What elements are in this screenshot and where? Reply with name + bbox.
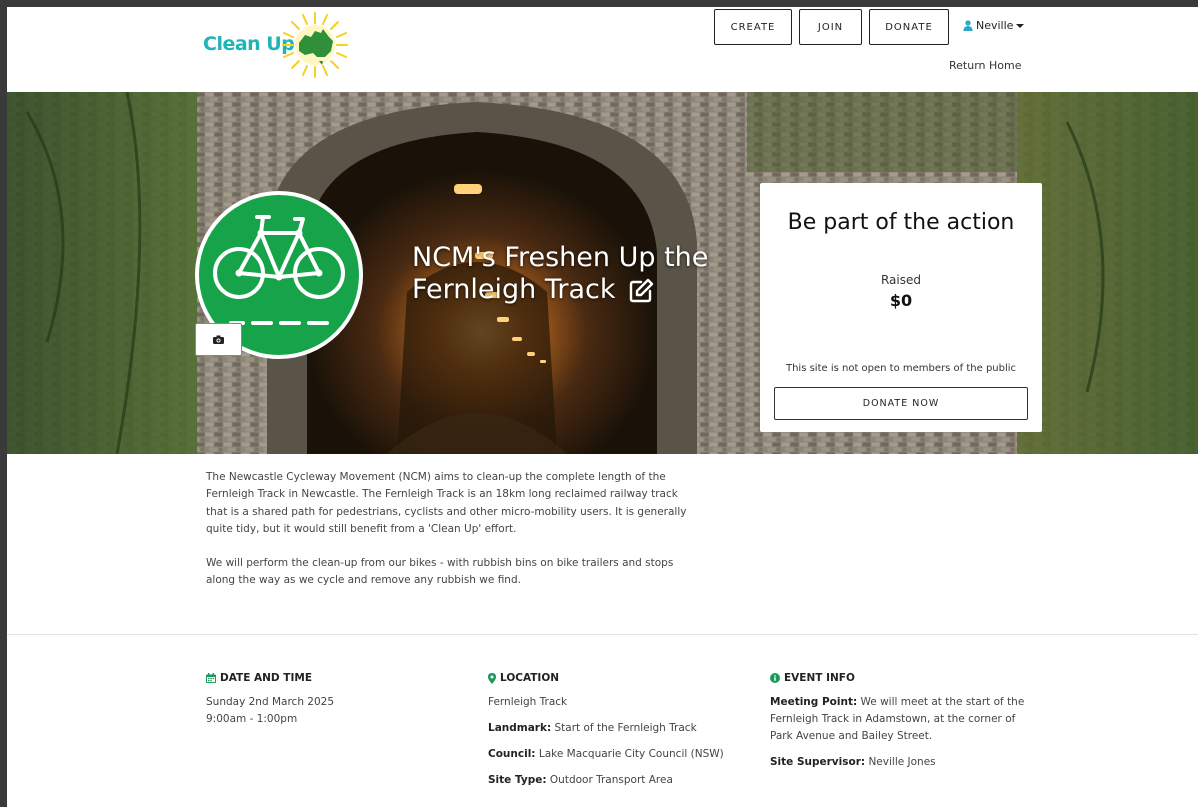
caret-down-icon — [1016, 23, 1025, 28]
council-row: Council: Lake Macquarie City Council (NS… — [488, 746, 748, 763]
event-description: The Newcastle Cycleway Movement (NCM) ai… — [206, 469, 696, 590]
info-icon — [770, 673, 780, 683]
date-time-section: DATE AND TIME Sunday 2nd March 2025 9:00… — [206, 672, 466, 728]
meeting-point-row: Meeting Point: We will meet at the start… — [770, 694, 1032, 745]
australia-sun-icon — [282, 12, 348, 78]
user-icon — [963, 20, 973, 31]
raised-value: $0 — [889, 291, 913, 310]
raised-label: Raised — [880, 273, 921, 287]
calendar-icon — [206, 673, 216, 683]
description-paragraph-1: The Newcastle Cycleway Movement (NCM) ai… — [206, 471, 687, 535]
change-photo-button[interactable] — [195, 323, 242, 356]
action-card-heading: Be part of the action — [787, 210, 1015, 235]
meeting-point-label: Meeting Point: — [770, 696, 858, 708]
supervisor-label: Site Supervisor: — [770, 756, 866, 768]
location-heading-text: LOCATION — [500, 672, 560, 684]
site-type-label: Site Type: — [488, 774, 547, 786]
supervisor-row: Site Supervisor: Neville Jones — [770, 754, 1032, 771]
section-divider — [7, 634, 1198, 635]
event-time: 9:00am - 1:00pm — [206, 713, 298, 725]
create-button[interactable]: CREATE — [714, 9, 792, 45]
event-title-text: NCM's Freshen Up the Fernleigh Track — [412, 242, 709, 305]
landmark-row: Landmark: Start of the Fernleigh Track — [488, 720, 748, 737]
landmark-value: Start of the Fernleigh Track — [554, 722, 697, 734]
event-info-heading-text: EVENT INFO — [784, 672, 855, 684]
event-title: NCM's Freshen Up the Fernleigh Track — [412, 242, 742, 306]
council-value: Lake Macquarie City Council (NSW) — [538, 748, 724, 760]
join-button[interactable]: JOIN — [799, 9, 862, 45]
description-paragraph-2: We will perform the clean-up from our bi… — [206, 557, 674, 587]
camera-icon — [213, 335, 224, 344]
location-section: LOCATION Fernleigh Track Landmark: Start… — [488, 672, 748, 798]
site-header: Clean Up CREATE JOIN DONATE Neville Retu… — [7, 7, 1198, 92]
page: Clean Up CREATE JOIN DONATE Neville Retu… — [7, 7, 1198, 807]
supervisor-value: Neville Jones — [868, 756, 936, 768]
donate-button[interactable]: DONATE — [869, 9, 949, 45]
event-info-section: EVENT INFO Meeting Point: We will meet a… — [770, 672, 1032, 780]
event-date: Sunday 2nd March 2025 — [206, 696, 335, 708]
location-name: Fernleigh Track — [488, 696, 568, 708]
site-type-row: Site Type: Outdoor Transport Area — [488, 772, 748, 789]
site-type-value: Outdoor Transport Area — [549, 774, 673, 786]
date-time-heading: DATE AND TIME — [206, 672, 466, 684]
map-pin-icon — [488, 672, 496, 684]
return-home-link[interactable]: Return Home — [949, 59, 1021, 72]
edit-icon[interactable] — [628, 278, 654, 304]
donate-now-button[interactable]: DONATE NOW — [774, 387, 1028, 420]
site-logo[interactable]: Clean Up — [203, 11, 353, 79]
public-access-note: This site is not open to members of the … — [785, 363, 1017, 374]
event-info-heading: EVENT INFO — [770, 672, 1032, 684]
user-name: Neville — [976, 19, 1014, 32]
user-menu[interactable]: Neville — [963, 19, 1025, 32]
landmark-label: Landmark: — [488, 722, 552, 734]
hero-banner: NCM's Freshen Up the Fernleigh Track Be … — [7, 92, 1198, 454]
action-card: Be part of the action Raised $0 This sit… — [760, 183, 1042, 432]
council-label: Council: — [488, 748, 536, 760]
date-time-heading-text: DATE AND TIME — [220, 672, 312, 684]
location-heading: LOCATION — [488, 672, 748, 684]
